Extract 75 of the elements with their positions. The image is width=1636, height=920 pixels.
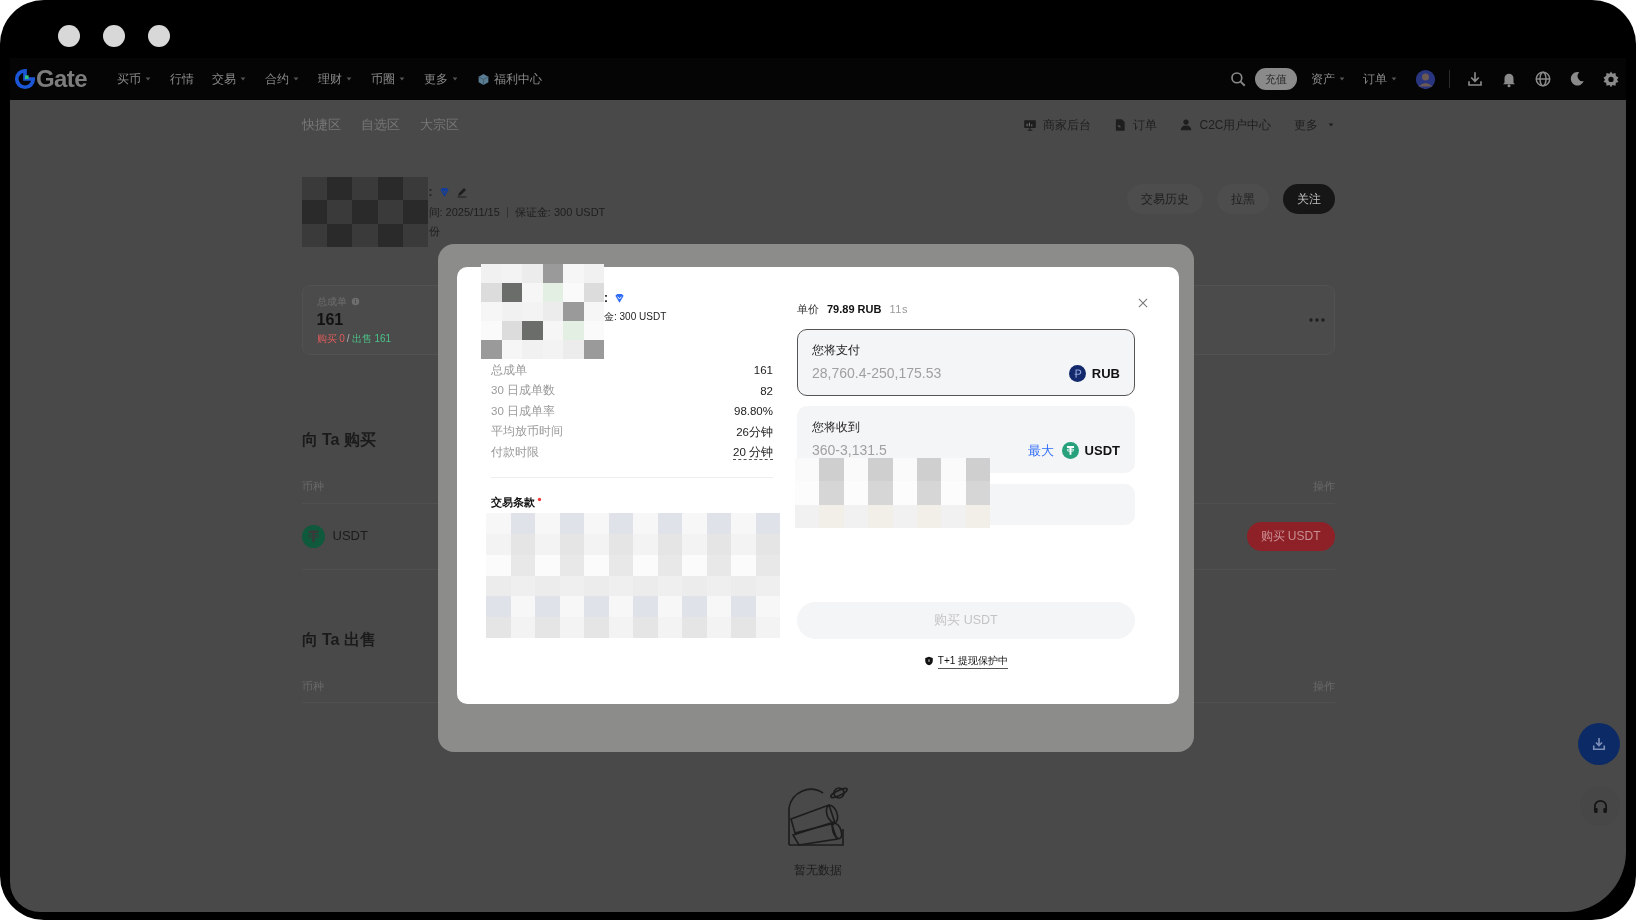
stat-value: 26分钟 — [736, 424, 773, 439]
deposit-button[interactable]: 充值 — [1255, 68, 1297, 90]
download-icon — [1590, 735, 1608, 753]
caret-icon — [1338, 75, 1346, 83]
nav-menu-item[interactable]: 买币 — [116, 70, 152, 88]
close-icon[interactable] — [1136, 296, 1150, 310]
stat-label: 付款时限 — [491, 444, 539, 460]
amount-field[interactable]: 您将支付 28,760.4-250,175.53 RUB — [797, 329, 1135, 396]
currency-label: USDT — [1084, 441, 1120, 460]
price-label: 单价 — [797, 301, 819, 317]
field-placeholder: 28,760.4-250,175.53 — [812, 364, 942, 383]
nav-menu-item[interactable]: 订单 — [1363, 70, 1398, 88]
info-icon — [350, 297, 360, 306]
price-countdown: 11s — [889, 301, 908, 317]
stat-value: 98.80% — [734, 404, 773, 419]
field-label: 您将支付 — [812, 342, 861, 359]
caret-icon — [450, 75, 459, 83]
field-label: 您将收到 — [812, 419, 861, 436]
window-control[interactable] — [148, 25, 170, 47]
cube-icon — [476, 72, 490, 86]
terms-label: 交易条款 — [491, 494, 535, 510]
protection-link[interactable]: T+1 提现保护中 — [937, 653, 1009, 669]
merchant-name: : — [428, 184, 433, 201]
tether-icon — [1061, 442, 1079, 459]
ruble-coin-icon — [1068, 365, 1086, 382]
currency-label: RUB — [1091, 364, 1120, 383]
promo-link[interactable]: 福利中心 — [476, 70, 542, 88]
settings-icon[interactable] — [1602, 70, 1620, 88]
nav-menu-item[interactable]: 资产 — [1311, 70, 1346, 88]
profile-action-button[interactable]: 关注 — [1282, 184, 1335, 214]
logo-text: Gate — [36, 67, 87, 91]
shield-icon — [923, 656, 934, 666]
stat-label: 平均放币时间 — [491, 424, 563, 440]
stat-label: 总成单 — [491, 362, 527, 378]
globe-icon[interactable] — [1534, 70, 1552, 88]
stat-value: 20 分钟 — [733, 444, 773, 460]
window-control[interactable] — [58, 25, 80, 47]
caret-icon — [291, 75, 300, 83]
stat-value: 161 — [753, 363, 773, 378]
caret-icon — [1326, 121, 1335, 129]
moon-icon[interactable] — [1568, 70, 1586, 88]
window-control[interactable] — [103, 25, 125, 47]
stat-label: 30 日成单数 — [491, 383, 555, 399]
nav-menu-item[interactable]: 理财 — [317, 70, 353, 88]
search-icon[interactable] — [1229, 70, 1247, 88]
headset-icon — [1591, 797, 1609, 815]
caret-icon — [1390, 75, 1398, 83]
nav-menu-item[interactable]: 更多 — [423, 70, 459, 88]
separator-slash: / — [346, 332, 350, 346]
caret-icon — [238, 75, 247, 83]
unit-price: 79.89 RUB — [827, 301, 882, 317]
stat-value: 82 — [760, 383, 773, 398]
sell-count: 出售 161 — [351, 332, 392, 346]
monitor-icon — [1023, 118, 1038, 132]
deposit-amount: 金: 300 USDT — [604, 310, 667, 324]
nav-menu-item[interactable]: 交易 — [211, 70, 247, 88]
logo-icon — [14, 68, 36, 90]
avatar-icon[interactable] — [1415, 68, 1436, 90]
merchant-name: : — [604, 290, 608, 307]
nav-menu-item[interactable]: 行情 — [169, 70, 194, 88]
download-icon[interactable] — [1466, 70, 1484, 88]
nav-menu-item[interactable]: 合约 — [264, 70, 300, 88]
field-placeholder: 360-3,131.5 — [812, 441, 887, 460]
caret-icon — [143, 75, 152, 83]
buy-count: 购买 0 — [316, 332, 345, 346]
stat-value: 161 — [316, 310, 345, 330]
caret-icon — [344, 75, 353, 83]
tether-icon — [301, 524, 325, 548]
person-icon — [1179, 118, 1194, 132]
nav-menu-item[interactable]: 币圈 — [370, 70, 406, 88]
buy-coin-button[interactable]: 购买 USDT — [1246, 521, 1335, 551]
max-link[interactable]: 最大 — [1027, 440, 1054, 461]
document-icon — [1113, 118, 1128, 132]
stat-label: 30 日成单率 — [491, 403, 555, 419]
caret-icon — [397, 75, 406, 83]
